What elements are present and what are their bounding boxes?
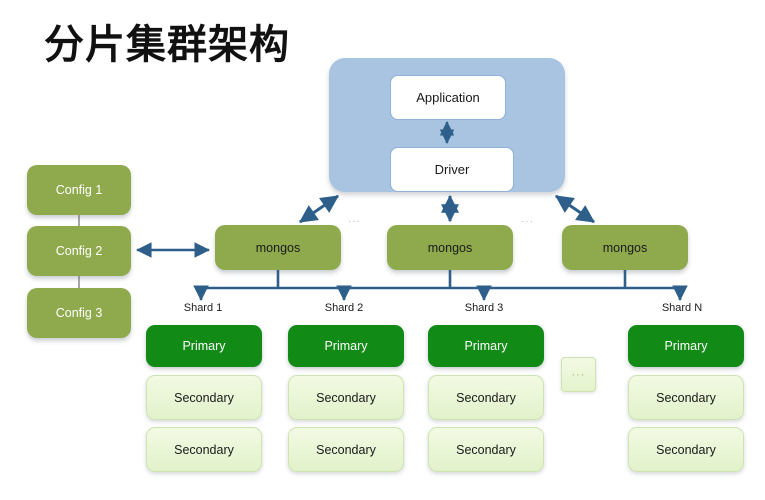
config-server-3-label: Config 3	[55, 306, 103, 320]
shard-3-secondary-1-label: Secondary	[456, 390, 516, 405]
config-server-1-label: Config 1	[55, 183, 103, 197]
shard-1-secondary-1[interactable]: Secondary	[146, 375, 262, 420]
shard-ellipsis: ···	[561, 357, 596, 392]
arrow-panel-mongos-left	[299, 194, 339, 224]
application-box[interactable]: Application	[390, 75, 506, 120]
shard-1-secondary-2-label: Secondary	[174, 442, 234, 457]
shard-3-secondary-2-label: Secondary	[456, 442, 516, 457]
shard-1-caption: Shard 1	[183, 302, 223, 314]
shard-2-secondary-1-label: Secondary	[316, 390, 376, 405]
shard-n-secondary-2[interactable]: Secondary	[628, 427, 744, 472]
shard-n-secondary-1[interactable]: Secondary	[628, 375, 744, 420]
router-ellipsis-2: ···	[521, 216, 534, 227]
shard-1-secondary-2[interactable]: Secondary	[146, 427, 262, 472]
config-server-3[interactable]: Config 3	[27, 288, 131, 338]
router-ellipsis-1: ···	[348, 216, 361, 227]
shard-3-secondary-1[interactable]: Secondary	[428, 375, 544, 420]
shard-1-secondary-1-label: Secondary	[174, 390, 234, 405]
shard-1-primary[interactable]: Primary	[146, 325, 262, 367]
driver-label: Driver	[434, 162, 470, 177]
shard-2-caption: Shard 2	[324, 302, 364, 314]
mongos-router-2[interactable]: mongos	[387, 225, 513, 270]
application-label: Application	[416, 90, 480, 105]
arrow-panel-mongos-right	[555, 194, 595, 224]
mongos-router-1[interactable]: mongos	[215, 225, 341, 270]
shard-2-primary-label: Primary	[324, 339, 368, 353]
shard-n-primary[interactable]: Primary	[628, 325, 744, 367]
shard-3-primary[interactable]: Primary	[428, 325, 544, 367]
shard-n-secondary-1-label: Secondary	[656, 390, 716, 405]
config-server-1[interactable]: Config 1	[27, 165, 131, 215]
shard-n-secondary-2-label: Secondary	[656, 442, 716, 457]
shard-1-primary-label: Primary	[182, 339, 226, 353]
diagram-canvas: 分片集群架构 Application Driver Config 1 Confi…	[0, 0, 765, 500]
config-server-2-label: Config 2	[55, 244, 103, 258]
shard-2-secondary-2-label: Secondary	[316, 442, 376, 457]
mongos-router-1-label: mongos	[255, 240, 301, 255]
mongos-router-3-label: mongos	[602, 240, 648, 255]
shard-2-secondary-1[interactable]: Secondary	[288, 375, 404, 420]
shard-n-caption: Shard N	[661, 302, 703, 314]
config-server-2[interactable]: Config 2	[27, 226, 131, 276]
shard-3-primary-label: Primary	[464, 339, 508, 353]
shard-3-secondary-2[interactable]: Secondary	[428, 427, 544, 472]
shard-n-primary-label: Primary	[664, 339, 708, 353]
page-title: 分片集群架构	[44, 23, 290, 67]
driver-box[interactable]: Driver	[390, 147, 514, 192]
mongos-router-2-label: mongos	[427, 240, 473, 255]
shard-3-caption: Shard 3	[464, 302, 504, 314]
shard-2-primary[interactable]: Primary	[288, 325, 404, 367]
shard-2-secondary-2[interactable]: Secondary	[288, 427, 404, 472]
mongos-router-3[interactable]: mongos	[562, 225, 688, 270]
